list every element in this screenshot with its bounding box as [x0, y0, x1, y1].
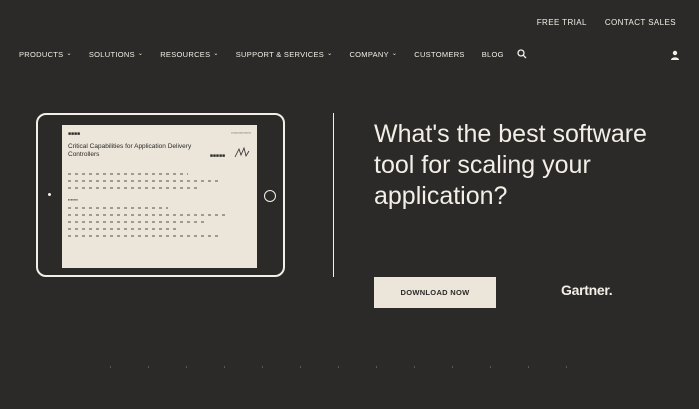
nav-blog[interactable]: BLOG [482, 50, 504, 59]
utility-bar: FREE TRIAL CONTACT SALES [537, 18, 676, 27]
nav-company[interactable]: COMPANY ⌄ [349, 50, 397, 59]
gartner-logo: Gartner. [561, 282, 613, 298]
report-title: Critical Capabilities for Application De… [68, 143, 192, 158]
search-icon[interactable] [517, 49, 527, 59]
nav-label: SUPPORT & SERVICES [235, 49, 325, 59]
nav-solutions[interactable]: SOLUTIONS ⌄ [89, 50, 143, 59]
main-nav: PRODUCTS ⌄ SOLUTIONS ⌄ RESOURCES ⌄ SUPPORT … [19, 49, 527, 59]
download-now-button[interactable]: DOWNLOAD NOW [374, 277, 496, 308]
report-section: ▪▪▪▪▪▪▪ [68, 197, 78, 202]
report-gartner-mark: ■■■■■ [209, 153, 225, 159]
hero-headline: What's the best software tool for scalin… [374, 120, 647, 210]
nav-resources[interactable]: RESOURCES ⌄ [160, 50, 219, 59]
report-brand: ■■■■ [68, 131, 81, 137]
free-trial-link[interactable]: FREE TRIAL [537, 18, 587, 27]
tablet-camera [48, 193, 51, 196]
nav-customers[interactable]: CUSTOMERS [414, 50, 464, 59]
nav-support-services[interactable]: SUPPORT & SERVICES ⌄ [236, 50, 333, 59]
nav-label: COMPANY [349, 49, 389, 59]
nav-label: CUSTOMERS [414, 49, 465, 59]
chevron-down-icon: ⌄ [391, 50, 398, 57]
nav-label: PRODUCTS [19, 49, 64, 59]
chevron-down-icon: ⌄ [327, 50, 333, 57]
chevron-down-icon: ⌄ [137, 50, 144, 57]
chevron-down-icon: ⌄ [213, 50, 219, 57]
vertical-divider [333, 113, 334, 277]
chevron-down-icon: ⌄ [66, 50, 72, 57]
nav-products[interactable]: PRODUCTS ⌄ [19, 50, 72, 59]
nav-label: BLOG [481, 49, 504, 59]
tablet-mockup: ■■■■ ▪▪▪▪▪▪▪▪▪▪▪▪▪▪▪▪ Critical Capabilit… [36, 113, 285, 277]
user-icon[interactable] [670, 50, 680, 60]
nav-label: RESOURCES [160, 49, 211, 59]
tablet-home-button [264, 190, 276, 202]
signature-icon [234, 146, 250, 158]
report-meta: ▪▪▪▪▪▪▪▪▪▪▪▪▪▪▪▪ [231, 131, 251, 135]
lower-section-hint [110, 366, 570, 368]
contact-sales-link[interactable]: CONTACT SALES [605, 18, 676, 27]
nav-label: SOLUTIONS [88, 49, 135, 59]
report-preview: ■■■■ ▪▪▪▪▪▪▪▪▪▪▪▪▪▪▪▪ Critical Capabilit… [62, 125, 257, 268]
